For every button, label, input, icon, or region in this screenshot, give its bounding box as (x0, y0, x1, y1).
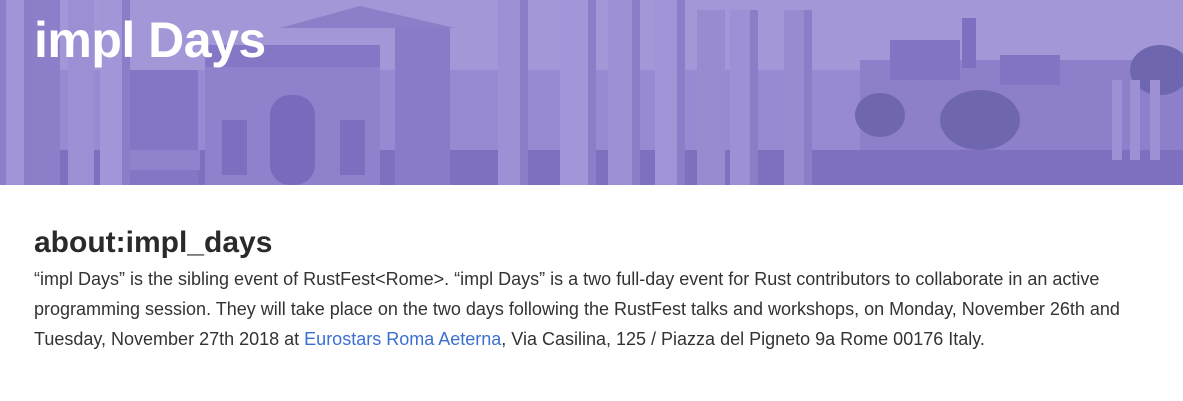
about-text-end: , Via Casilina, 125 / Piazza del Pigneto… (501, 329, 985, 349)
hero-banner: impl Days (0, 0, 1183, 185)
about-section: about:impl_days “impl Days” is the sibli… (34, 224, 1154, 354)
venue-link[interactable]: Eurostars Roma Aeterna (304, 329, 501, 349)
about-paragraph: “impl Days” is the sibling event of Rust… (34, 264, 1154, 354)
about-heading: about:impl_days (34, 226, 273, 259)
site-title: impl Days (34, 12, 266, 68)
